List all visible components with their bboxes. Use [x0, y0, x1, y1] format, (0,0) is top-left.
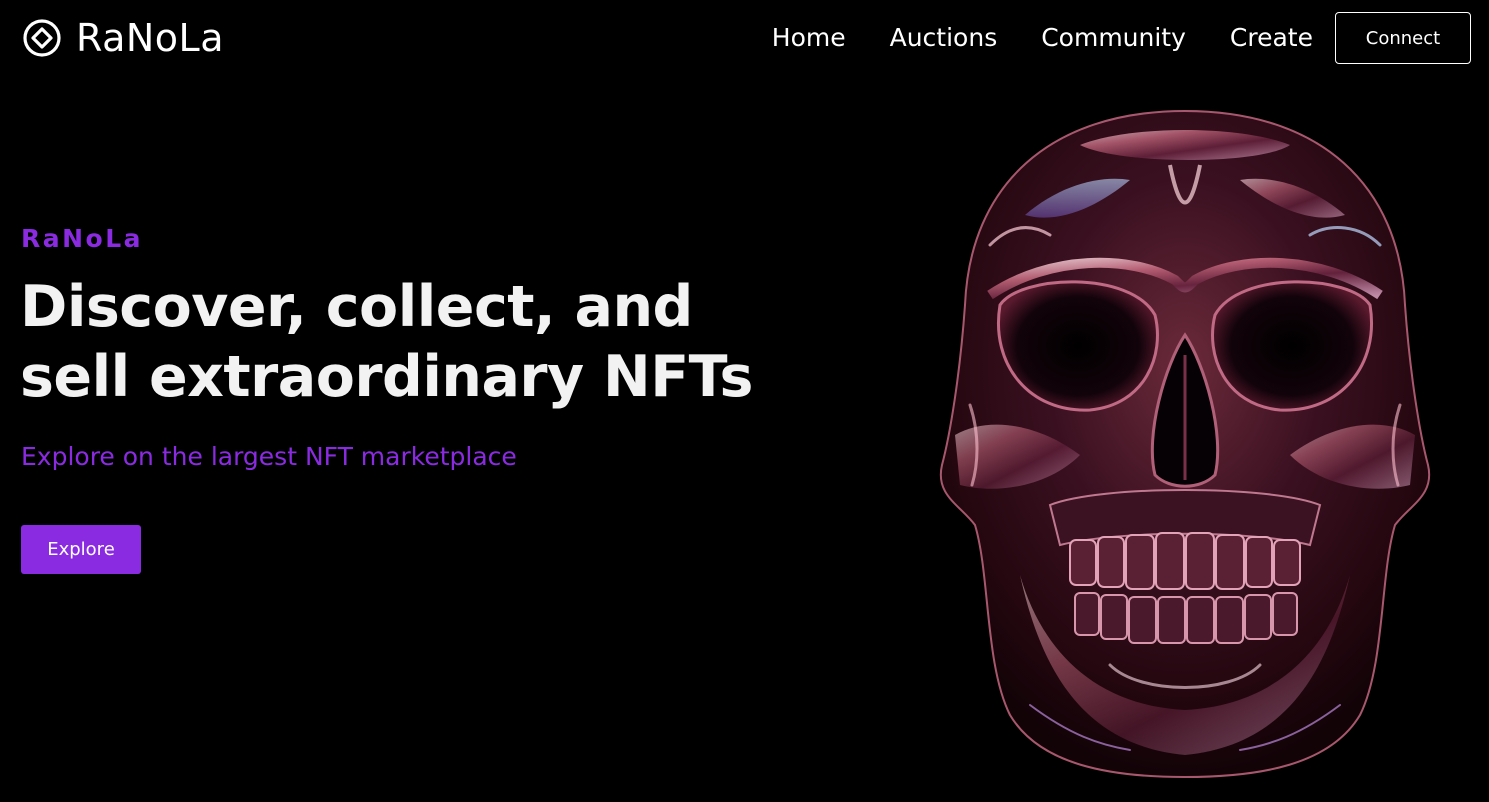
- hero-subheadline: Explore on the largest NFT marketplace: [21, 442, 517, 471]
- headline-line-1: Discover, collect, and: [20, 274, 693, 340]
- nav-home-link[interactable]: Home: [772, 14, 846, 62]
- brand-logo[interactable]: RaNoLa: [22, 14, 224, 62]
- chrome-skull-image: [939, 109, 1431, 779]
- nav-auctions-link[interactable]: Auctions: [890, 14, 998, 62]
- main-nav: Home Auctions Community Create Connect: [772, 12, 1471, 64]
- diamond-in-circle-icon: [23, 19, 61, 57]
- hero-headline: Discover, collect, and sell extraordinar…: [20, 272, 780, 412]
- connect-wallet-button[interactable]: Connect: [1335, 12, 1471, 64]
- headline-line-2: sell extraordinary NFTs: [20, 344, 753, 410]
- nav-community-link[interactable]: Community: [1041, 14, 1186, 62]
- hero-eyebrow: RaNoLa: [21, 224, 144, 253]
- brand-name: RaNoLa: [76, 16, 224, 60]
- nav-create-link[interactable]: Create: [1230, 14, 1313, 62]
- landing-page: RaNoLa Home Auctions Community Create Co…: [0, 0, 1489, 802]
- explore-button[interactable]: Explore: [21, 525, 141, 574]
